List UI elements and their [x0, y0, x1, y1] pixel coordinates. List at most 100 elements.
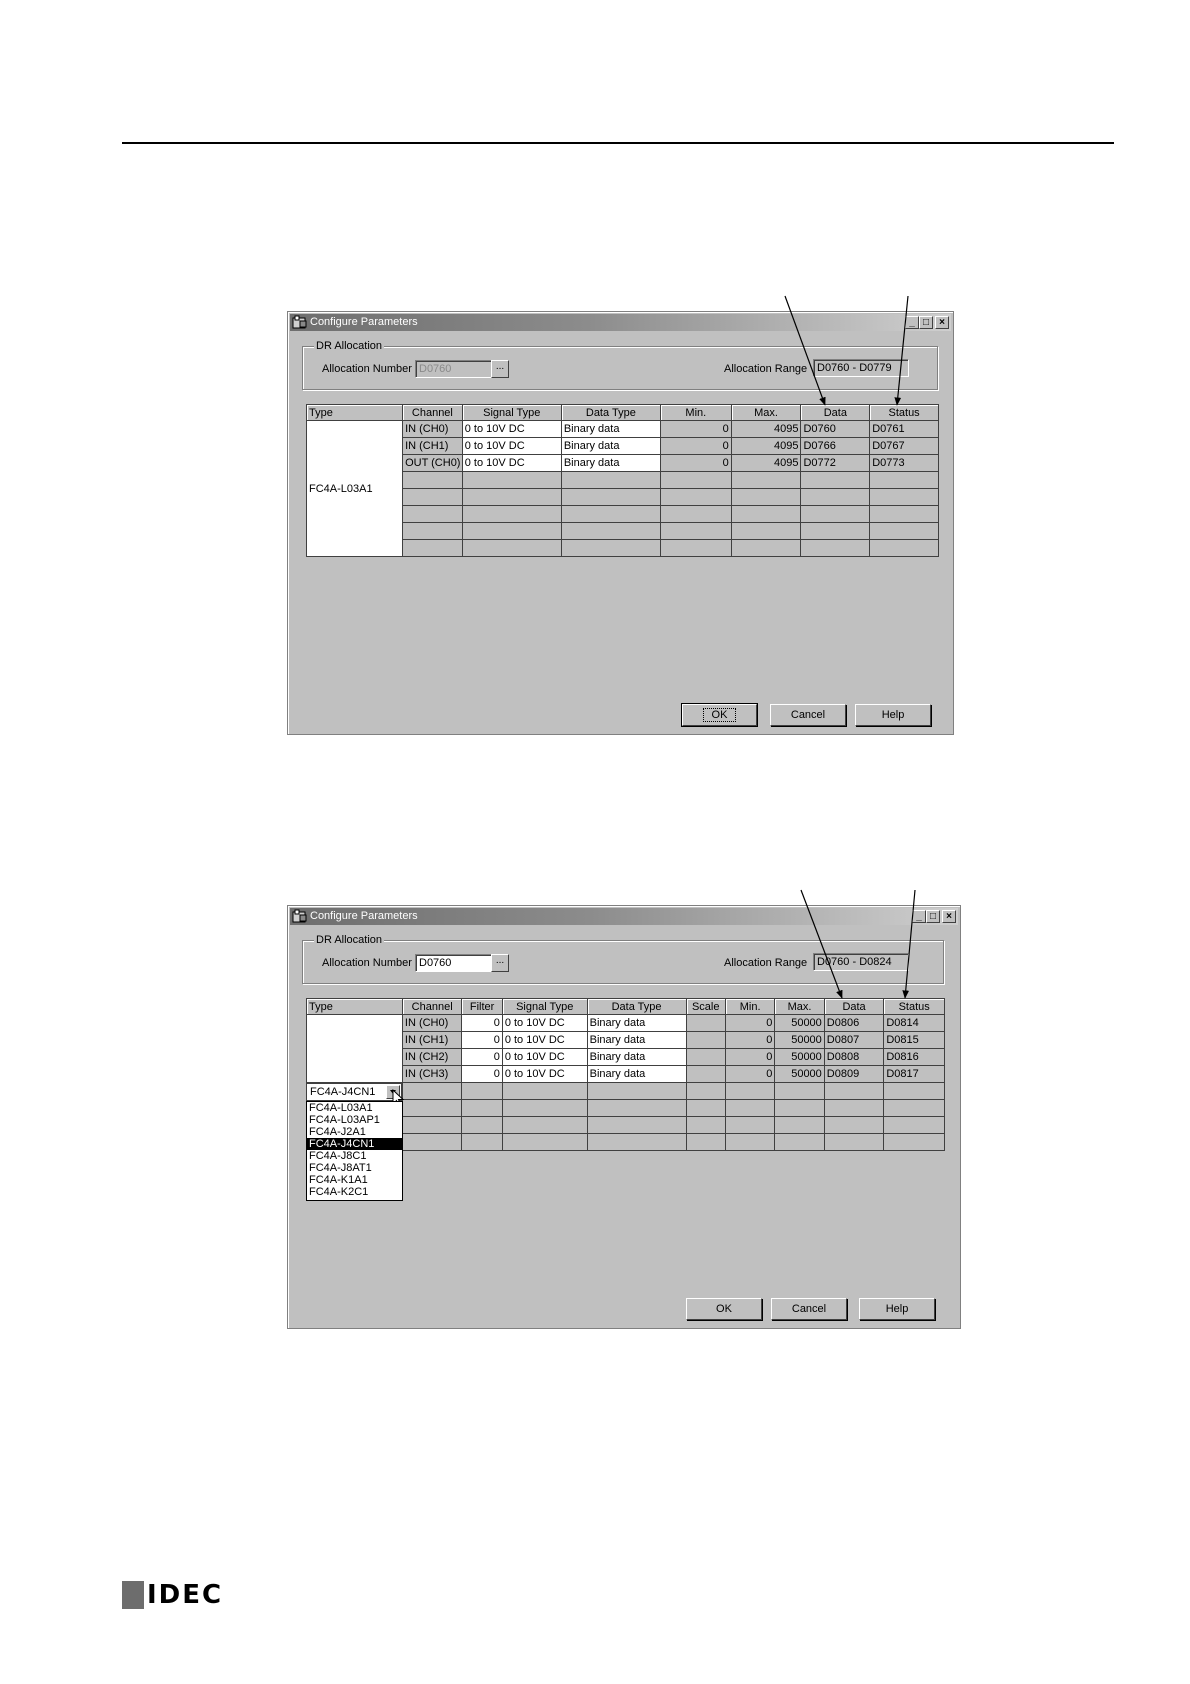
signal-type-cell[interactable]: 0 to 10V DC: [501, 1031, 588, 1049]
type-combo[interactable]: FC4A-J4CN1: [306, 1083, 402, 1101]
allocation-range-label: Allocation Range: [724, 957, 808, 969]
table-row[interactable]: FC4A-L03A1 IN (CH0) 0 to 10V DC Binary d…: [305, 420, 939, 557]
dropdown-option[interactable]: FC4A-J2A1: [307, 1126, 402, 1138]
allocation-range-field: D0760 - D0779: [813, 359, 909, 377]
cancel-button[interactable]: Cancel: [771, 1298, 847, 1320]
channel-cell: IN (CH1): [402, 437, 463, 455]
status-cell: D0814: [883, 1014, 945, 1032]
allocation-range-field: D0760 - D0824: [813, 953, 909, 971]
scale-cell: [685, 1048, 726, 1066]
type-dropdown-list[interactable]: FC4A-L03A1 FC4A-L03AP1 FC4A-J2A1 FC4A-J4…: [306, 1101, 403, 1201]
filter-cell[interactable]: 0: [461, 1014, 503, 1032]
data-type-cell[interactable]: Binary data: [586, 1014, 687, 1032]
scale-cell: [685, 1014, 726, 1032]
close-button[interactable]: ×: [935, 316, 949, 329]
data-cell: D0760: [800, 420, 871, 438]
title-bar: Configure Parameters _ □ ×: [290, 908, 958, 925]
filter-cell[interactable]: 0: [461, 1065, 503, 1083]
signal-type-cell[interactable]: 0 to 10V DC: [461, 420, 562, 438]
help-button[interactable]: Help: [859, 1298, 935, 1320]
data-cell: D0808: [823, 1048, 885, 1066]
help-button[interactable]: Help: [855, 704, 931, 726]
min-cell: 0: [724, 1048, 776, 1066]
cancel-button[interactable]: Cancel: [770, 704, 846, 726]
allocation-range-label: Allocation Range: [724, 363, 808, 375]
max-cell: 4095: [730, 437, 802, 455]
dialog-title: Configure Parameters: [310, 910, 418, 922]
data-type-cell[interactable]: Binary data: [586, 1048, 687, 1066]
title-bar: Configure Parameters _ □ ×: [290, 314, 951, 331]
top-rule: [122, 142, 1114, 144]
maximize-button[interactable]: □: [926, 910, 940, 923]
table-row[interactable]: IN (CH3) 0 0 to 10V DC Binary data 0 500…: [307, 1065, 945, 1083]
close-button[interactable]: ×: [942, 910, 956, 923]
data-cell: D0806: [823, 1014, 885, 1032]
data-cell: D0766: [800, 437, 871, 455]
max-cell: 50000: [774, 1048, 825, 1066]
header-scale: Scale: [685, 998, 726, 1015]
data-cell: D0772: [800, 454, 871, 472]
header-channel: Channel: [402, 404, 463, 421]
callout-arrows: [784, 295, 916, 999]
dropdown-option[interactable]: FC4A-L03A1: [307, 1102, 402, 1114]
channel-cell: IN (CH1): [401, 1031, 463, 1049]
signal-type-cell[interactable]: 0 to 10V DC: [501, 1065, 588, 1083]
dropdown-option[interactable]: FC4A-L03AP1: [307, 1114, 402, 1126]
minimize-button[interactable]: _: [905, 316, 919, 329]
header-status: Status: [883, 998, 945, 1015]
status-cell: D0817: [883, 1065, 945, 1083]
ok-button[interactable]: OK: [681, 703, 758, 727]
configure-parameters-dialog-1: Configure Parameters _ □ × DR Allocation…: [287, 311, 954, 735]
data-cell: D0809: [823, 1065, 885, 1083]
data-type-cell[interactable]: Binary data: [560, 420, 661, 438]
allocation-browse-button[interactable]: ...: [491, 954, 509, 972]
filter-cell[interactable]: 0: [461, 1031, 503, 1049]
allocation-number-field[interactable]: D0760: [415, 954, 495, 972]
type-cell[interactable]: FC4A-L03A1: [305, 420, 404, 557]
allocation-number-field[interactable]: D0760: [415, 360, 495, 378]
dialog-title: Configure Parameters: [310, 316, 418, 328]
dropdown-option[interactable]: FC4A-K2C1: [307, 1186, 402, 1198]
table-row[interactable]: IN (CH1) 0 0 to 10V DC Binary data 0 500…: [307, 1031, 945, 1049]
app-icon: [292, 909, 307, 923]
data-type-cell[interactable]: Binary data: [560, 454, 661, 472]
header-data: Data: [800, 404, 871, 421]
header-signal-type: Signal Type: [461, 404, 562, 421]
min-cell: 0: [659, 437, 732, 455]
signal-type-cell[interactable]: 0 to 10V DC: [461, 437, 562, 455]
table-row[interactable]: IN (CH0) 0 0 to 10V DC Binary data 0 500…: [306, 1014, 945, 1083]
minimize-button[interactable]: _: [912, 910, 926, 923]
dropdown-option-selected[interactable]: FC4A-J4CN1: [307, 1138, 402, 1150]
dropdown-option[interactable]: FC4A-J8AT1: [307, 1162, 402, 1174]
max-cell: 4095: [730, 420, 802, 438]
header-status: Status: [869, 404, 939, 421]
table-header-row: Type Channel Filter Signal Type Data Typ…: [306, 998, 945, 1015]
header-max: Max.: [730, 404, 802, 421]
header-data: Data: [823, 998, 885, 1015]
signal-type-cell[interactable]: 0 to 10V DC: [501, 1048, 588, 1066]
signal-type-cell[interactable]: 0 to 10V DC: [461, 454, 562, 472]
channel-cell: IN (CH0): [402, 420, 463, 438]
table-row[interactable]: IN (CH2) 0 0 to 10V DC Binary data 0 500…: [307, 1048, 945, 1066]
table-header-row: Type Channel Signal Type Data Type Min. …: [305, 404, 939, 421]
maximize-button[interactable]: □: [919, 316, 933, 329]
header-channel: Channel: [401, 998, 463, 1015]
data-type-cell[interactable]: Binary data: [560, 437, 661, 455]
header-data-type: Data Type: [560, 404, 661, 421]
status-cell: D0815: [883, 1031, 945, 1049]
header-min: Min.: [724, 998, 776, 1015]
data-type-cell[interactable]: Binary data: [586, 1031, 687, 1049]
data-type-cell[interactable]: Binary data: [586, 1065, 687, 1083]
type-cell[interactable]: [306, 1014, 403, 1083]
min-cell: 0: [724, 1014, 776, 1032]
filter-cell[interactable]: 0: [461, 1048, 503, 1066]
ok-button[interactable]: OK: [686, 1298, 762, 1320]
allocation-browse-button[interactable]: ...: [491, 360, 509, 378]
data-cell: D0807: [823, 1031, 885, 1049]
dropdown-option[interactable]: FC4A-J8C1: [307, 1150, 402, 1162]
ok-label: OK: [702, 708, 737, 722]
max-cell: 4095: [730, 454, 802, 472]
signal-type-cell[interactable]: 0 to 10V DC: [501, 1014, 588, 1032]
dropdown-option[interactable]: FC4A-K1A1: [307, 1174, 402, 1186]
header-max: Max.: [774, 998, 825, 1015]
